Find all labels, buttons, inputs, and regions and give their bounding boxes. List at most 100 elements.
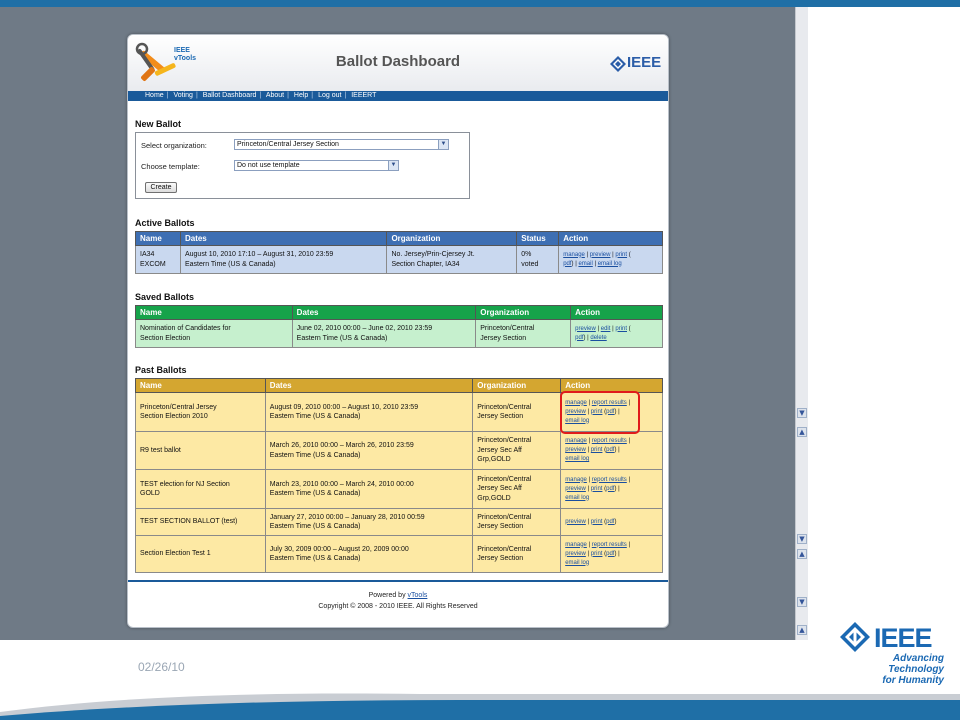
column-header: Name xyxy=(135,378,266,393)
preview-link[interactable]: preview xyxy=(590,252,611,258)
saved-ballots-table: Name Dates Organization Action Nominatio… xyxy=(135,305,663,348)
page-title: Ballot Dashboard xyxy=(335,53,461,70)
ballot-organization: Princeton/Central Jersey Section xyxy=(472,535,562,573)
ballot-actions: preview | print (pdf) xyxy=(560,508,663,536)
template-select[interactable]: Do not use template ▼ xyxy=(234,160,399,171)
email-link[interactable]: email xyxy=(578,261,592,267)
email-log-link[interactable]: email log xyxy=(565,495,589,501)
ieee-diamond-icon xyxy=(840,622,870,652)
ballot-name: R9 test ballot xyxy=(135,431,266,470)
manage-link[interactable]: manage xyxy=(565,477,587,483)
new-ballot-heading: New Ballot xyxy=(135,119,182,129)
report-results-link[interactable]: report results xyxy=(592,542,627,548)
column-header: Action xyxy=(570,305,663,320)
manage-link[interactable]: manage xyxy=(563,252,585,258)
table-row: TEST SECTION BALLOT (test) January 27, 2… xyxy=(135,508,663,536)
ballot-actions: manage | report results | preview | prin… xyxy=(560,469,663,509)
print-link[interactable]: print xyxy=(591,551,603,557)
ballot-dates: August 09, 2010 00:00 – August 10, 2010 … xyxy=(264,392,474,432)
column-header: Action xyxy=(558,231,663,246)
preview-link[interactable]: preview xyxy=(575,326,596,332)
template-label: Choose template: xyxy=(141,162,200,171)
active-ballots-heading: Active Ballots xyxy=(135,218,195,228)
chevron-down-icon[interactable]: ▼ xyxy=(438,140,448,149)
nav-item-about[interactable]: About xyxy=(266,92,284,99)
vertical-scrollbar[interactable]: ▼ ▲ ▼ ▲ ▼ ▲ xyxy=(795,7,808,640)
organization-select[interactable]: Princeton/Central Jersey Section ▼ xyxy=(234,139,449,150)
slide-footer-wave xyxy=(0,693,960,720)
table-row: TEST election for NJ Section GOLD March 2… xyxy=(135,469,663,509)
copyright-text: Copyright © 2008 - 2010 IEEE. All Rights… xyxy=(318,603,478,610)
create-button[interactable]: Create xyxy=(145,182,177,193)
column-header: Dates xyxy=(291,305,477,320)
pdf-link[interactable]: pdf xyxy=(606,519,614,525)
preview-link[interactable]: preview xyxy=(565,551,586,557)
nav-item-home[interactable]: Home xyxy=(145,92,164,99)
ballot-dates: June 02, 2010 00:00 – June 02, 2010 23:5… xyxy=(291,319,477,348)
ballot-organization: Princeton/Central Jersey Section xyxy=(475,319,572,348)
ballot-status: 0% voted xyxy=(516,245,560,274)
ballot-actions: preview | edit | print (pdf) | delete xyxy=(570,319,663,348)
print-link[interactable]: print xyxy=(591,486,603,492)
nav-username: IEEERT xyxy=(351,92,377,99)
nav-item-help[interactable]: Help xyxy=(294,92,308,99)
report-results-link[interactable]: report results xyxy=(592,438,627,444)
scroll-arrow-icon[interactable]: ▼ xyxy=(797,534,807,544)
ballot-actions: manage | report results | preview | prin… xyxy=(560,431,663,470)
column-header: Status xyxy=(516,231,560,246)
scroll-arrow-icon[interactable]: ▲ xyxy=(797,625,807,635)
email-log-link[interactable]: email log xyxy=(565,456,589,462)
column-header: Name xyxy=(135,305,293,320)
ballot-organization: Princeton/Central Jersey Sec Aff Grp,GOLD xyxy=(472,469,562,509)
pdf-link[interactable]: pdf xyxy=(575,335,583,341)
vtools-link[interactable]: vTools xyxy=(408,592,428,599)
pdf-link[interactable]: pdf xyxy=(563,261,571,267)
ballot-dashboard-page: IEEE vTools Ballot Dashboard IEEE Home | … xyxy=(127,34,669,628)
ballot-actions: manage | preview | print (pdf) | email |… xyxy=(558,245,663,274)
preview-link[interactable]: preview xyxy=(565,486,586,492)
table-row: R9 test ballot March 26, 2010 00:00 – Ma… xyxy=(135,431,663,470)
nav-item-logout[interactable]: Log out xyxy=(318,92,341,99)
saved-ballots-heading: Saved Ballots xyxy=(135,292,195,302)
pdf-link[interactable]: pdf xyxy=(606,486,614,492)
past-ballots-heading: Past Ballots xyxy=(135,365,187,375)
column-header: Name xyxy=(135,231,181,246)
pdf-link[interactable]: pdf xyxy=(606,447,614,453)
nav-item-ballot-dashboard[interactable]: Ballot Dashboard xyxy=(203,92,257,99)
ballot-actions: manage | report results | preview | prin… xyxy=(560,535,663,573)
column-header: Organization xyxy=(472,378,562,393)
manage-link[interactable]: manage xyxy=(565,438,587,444)
footer-divider xyxy=(128,580,668,582)
slide-top-bar xyxy=(0,0,960,7)
print-link[interactable]: print xyxy=(591,519,603,525)
pdf-link[interactable]: pdf xyxy=(606,551,614,557)
preview-link[interactable]: preview xyxy=(565,519,586,525)
print-link[interactable]: print xyxy=(615,252,627,258)
nav-bar: Home | Voting | Ballot Dashboard | About | H… xyxy=(128,91,668,101)
print-link[interactable]: print xyxy=(615,326,627,332)
scroll-arrow-icon[interactable]: ▲ xyxy=(797,549,807,559)
column-header: Dates xyxy=(179,231,388,246)
organization-label: Select organization: xyxy=(141,141,207,150)
scroll-arrow-icon[interactable]: ▲ xyxy=(797,427,807,437)
slide-date: 02/26/10 xyxy=(138,660,185,674)
email-log-link[interactable]: email log xyxy=(598,261,622,267)
ballot-name: Nomination of Candidates for Section Elec… xyxy=(135,319,293,348)
new-ballot-form: Select organization: Princeton/Central J… xyxy=(135,132,470,199)
ballot-organization: Princeton/Central Jersey Section xyxy=(472,392,562,432)
delete-link[interactable]: delete xyxy=(590,335,606,341)
chevron-down-icon[interactable]: ▼ xyxy=(388,161,398,170)
table-row: IA34 EXCOM August 10, 2010 17:10 – August… xyxy=(135,245,663,274)
edit-link[interactable]: edit xyxy=(601,326,611,332)
scroll-arrow-icon[interactable]: ▼ xyxy=(797,597,807,607)
manage-link[interactable]: manage xyxy=(565,542,587,548)
preview-link[interactable]: preview xyxy=(565,447,586,453)
table-row: Section Election Test 1 July 30, 2009 00… xyxy=(135,535,663,573)
page-header: IEEE vTools Ballot Dashboard IEEE xyxy=(128,35,668,91)
nav-item-voting[interactable]: Voting xyxy=(173,92,192,99)
email-log-link[interactable]: email log xyxy=(565,560,589,566)
print-link[interactable]: print xyxy=(591,447,603,453)
ballot-dates: March 26, 2010 00:00 – March 26, 2010 23… xyxy=(264,431,474,470)
scroll-arrow-icon[interactable]: ▼ xyxy=(797,408,807,418)
report-results-link[interactable]: report results xyxy=(592,477,627,483)
